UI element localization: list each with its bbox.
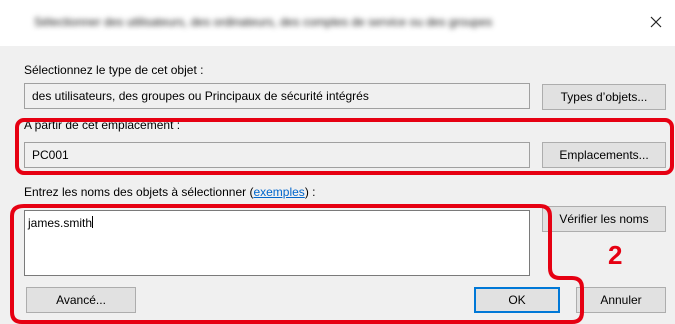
step-callout-number: 2 [608, 240, 623, 270]
names-highlight [10, 204, 584, 324]
